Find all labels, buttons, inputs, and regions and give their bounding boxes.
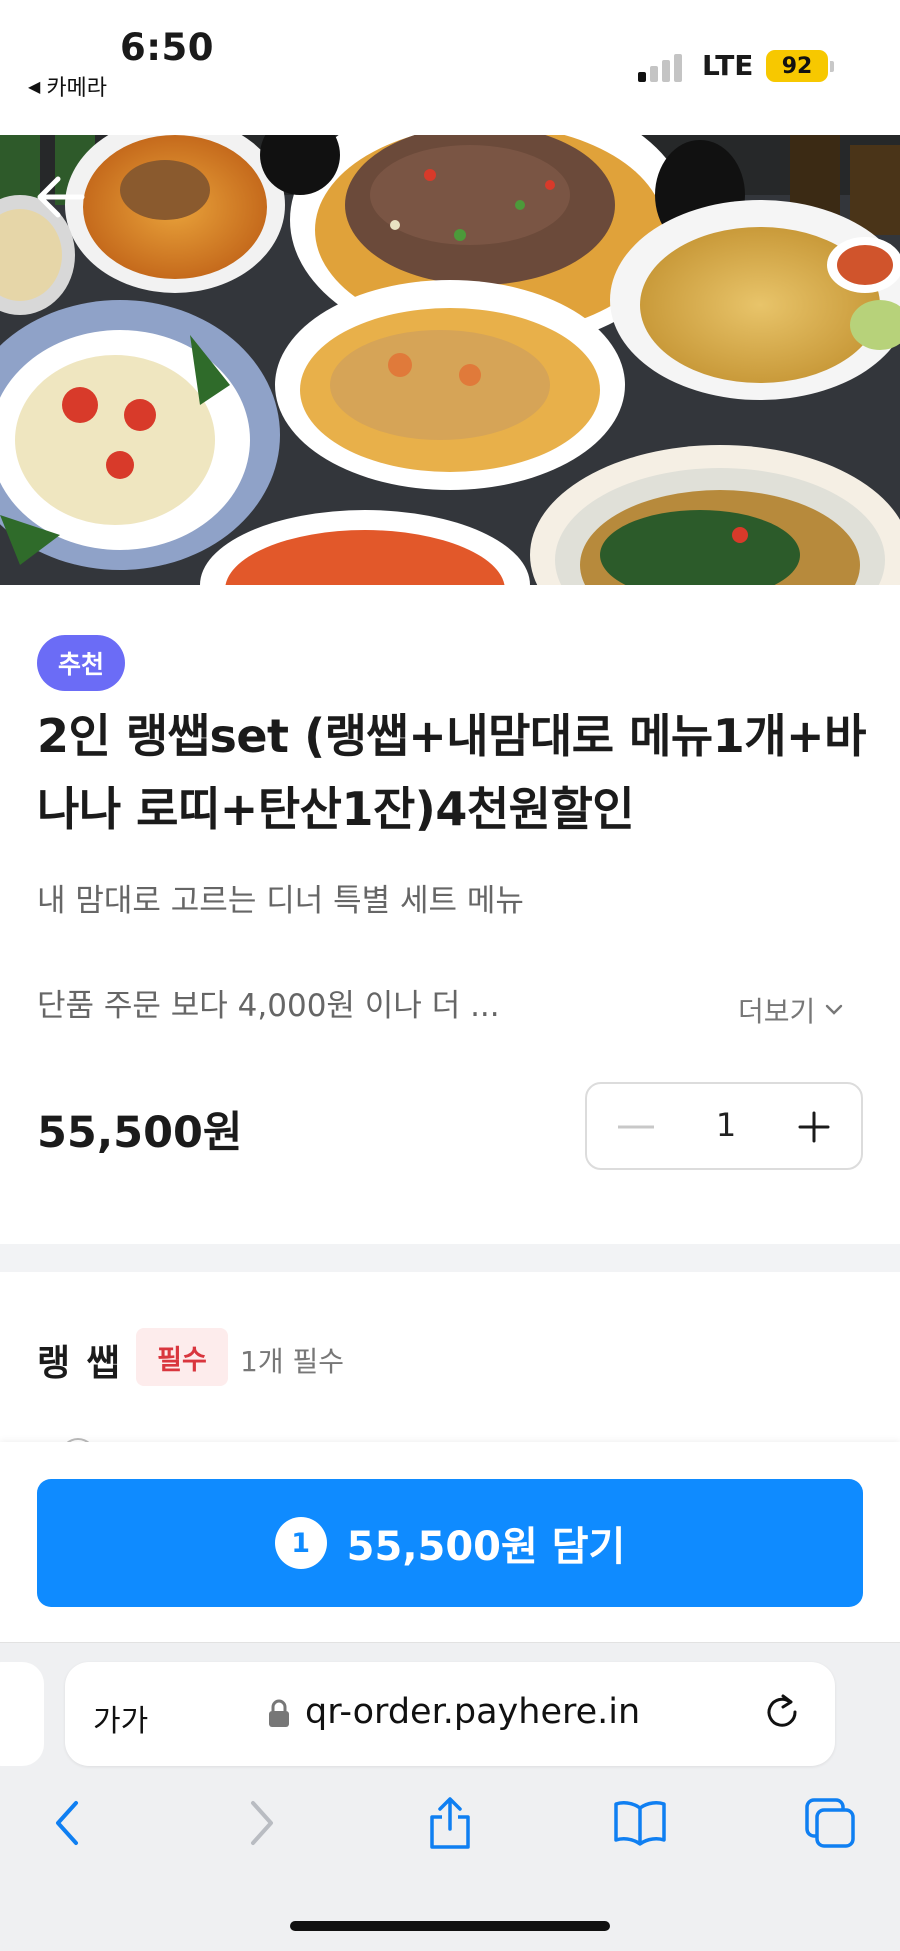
- lock-icon: [269, 1699, 289, 1727]
- tabs-button[interactable]: [800, 1793, 860, 1853]
- food-photo: [0, 135, 900, 585]
- section-divider: [0, 1244, 900, 1272]
- more-button[interactable]: 더보기: [738, 990, 843, 1030]
- browser-forward-button[interactable]: [232, 1793, 292, 1853]
- hero-image: [0, 135, 900, 585]
- product-price: 55,500원: [37, 1108, 243, 1158]
- required-badge: 필수: [136, 1328, 228, 1386]
- arrow-left-icon: [37, 176, 85, 218]
- status-time: 6:50: [120, 26, 215, 69]
- back-app-label: 카메라: [46, 76, 108, 101]
- battery-level: 92: [781, 53, 813, 79]
- more-label: 더보기: [738, 995, 816, 1028]
- add-to-cart-label: 55,500원 담기: [346, 1524, 626, 1570]
- increase-button[interactable]: [785, 1098, 843, 1156]
- chevron-right-icon: [251, 1801, 273, 1845]
- browser-back-button[interactable]: [37, 1793, 97, 1853]
- reload-icon[interactable]: [759, 1690, 805, 1736]
- add-to-cart-button[interactable]: 1 55,500원 담기: [37, 1479, 863, 1607]
- product-description-more: 단품 주문 보다 4,000원 이나 더 ...: [37, 988, 500, 1024]
- url-text: qr-order.payhere.in: [305, 1692, 641, 1732]
- share-button[interactable]: [420, 1793, 480, 1853]
- tabs-icon: [805, 1798, 855, 1848]
- decrease-button[interactable]: [607, 1098, 665, 1156]
- option-section-title: 랭 쌥: [37, 1343, 122, 1384]
- book-icon: [614, 1801, 666, 1846]
- bookmarks-button[interactable]: [610, 1793, 670, 1853]
- plus-icon: [798, 1111, 830, 1143]
- recommend-badge: 추천: [37, 635, 125, 691]
- network-label: LTE: [702, 49, 754, 82]
- chevron-down-icon: [826, 1004, 843, 1015]
- screen: 6:50 ◀ 카메라 LTE 92 추천 2인 랭쌥set (랭쌥+내맘대로 메…: [0, 0, 900, 1951]
- address-bar[interactable]: 가가 qr-order.payhere.in: [65, 1662, 835, 1766]
- battery-icon: 92: [766, 50, 828, 82]
- back-to-app-link[interactable]: ◀ 카메라: [28, 70, 107, 102]
- minus-icon: [618, 1125, 654, 1129]
- back-triangle-icon: ◀: [28, 76, 41, 96]
- status-bar: 6:50 ◀ 카메라 LTE 92: [0, 0, 900, 135]
- text-size-button[interactable]: 가가: [93, 1696, 148, 1740]
- product-title: 2인 랭쌥set (랭쌥+내맘대로 메뉴1개+바나나 로띠+탄산1잔)4천원할인: [37, 709, 866, 836]
- previous-tab[interactable]: [0, 1662, 44, 1766]
- back-button[interactable]: [34, 175, 94, 235]
- quantity-stepper: 1: [585, 1082, 863, 1170]
- cart-count-badge: 1: [274, 1517, 327, 1569]
- product-description: 내 맘대로 고르는 디너 특별 세트 메뉴: [37, 883, 524, 919]
- required-note: 1개 필수: [240, 1345, 344, 1378]
- chevron-left-icon: [56, 1801, 78, 1845]
- battery-tip: [830, 61, 834, 72]
- home-indicator: [290, 1921, 610, 1931]
- quantity-value: 1: [715, 1106, 737, 1144]
- share-icon: [430, 1797, 470, 1849]
- signal-icon: [638, 52, 686, 82]
